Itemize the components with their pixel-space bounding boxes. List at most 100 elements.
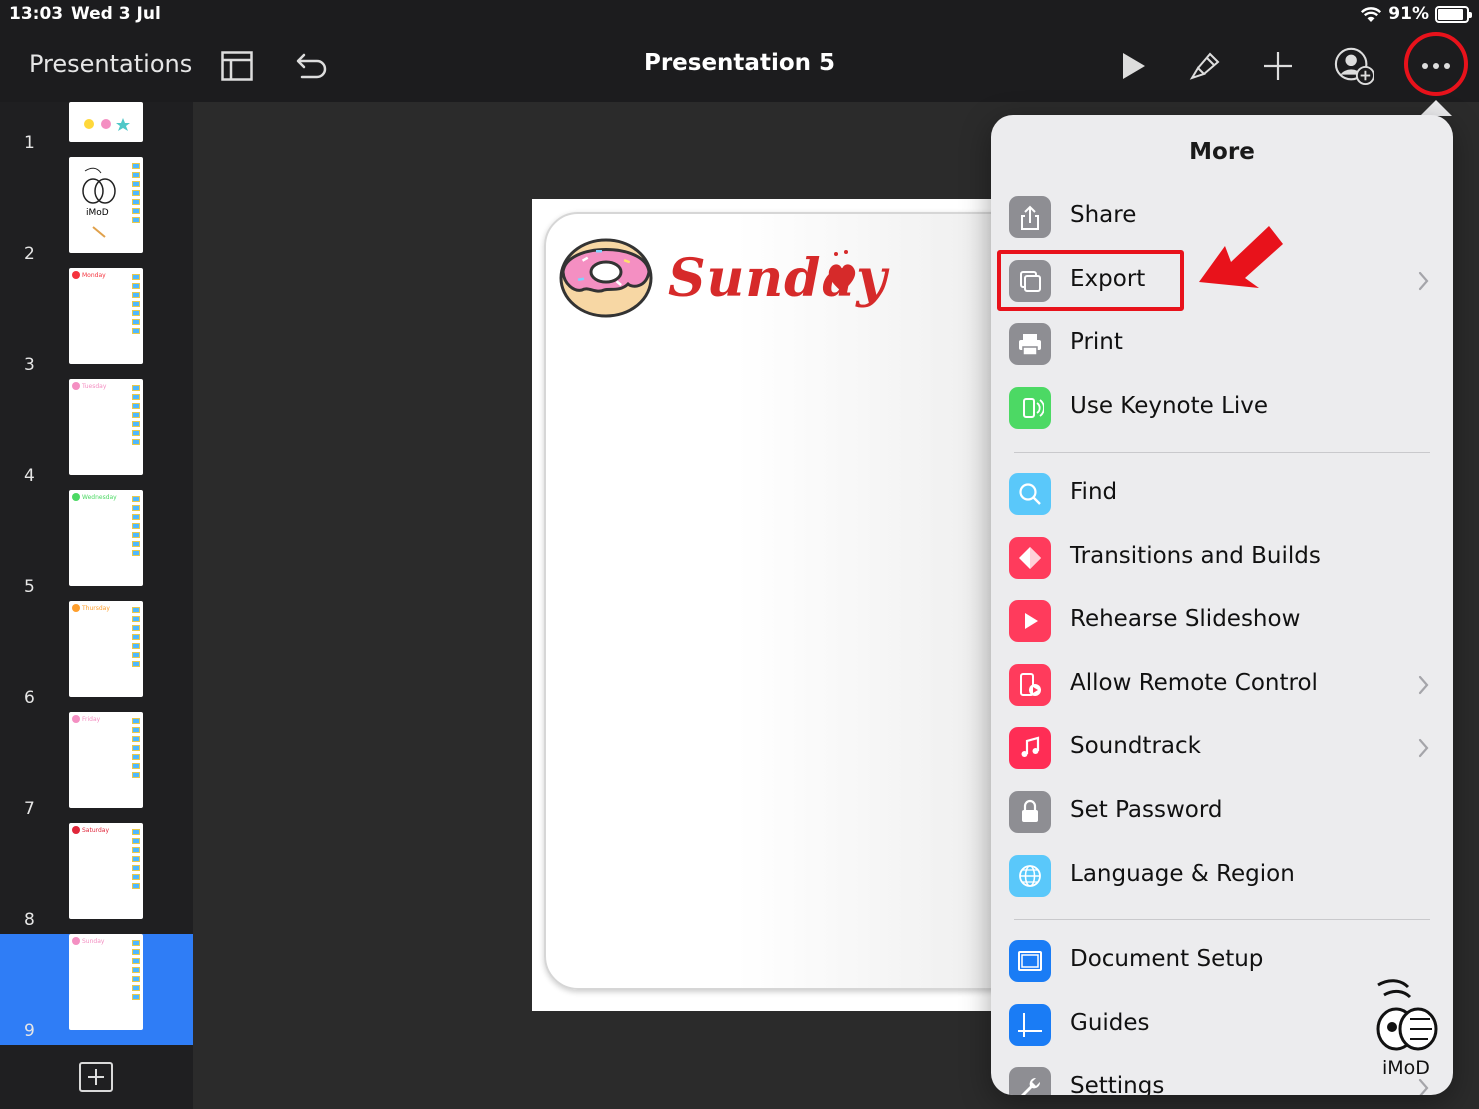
menu-item-label: Language & Region bbox=[1070, 860, 1295, 887]
slide-thumbnail[interactable]: Sunday bbox=[69, 934, 143, 1030]
format-brush-icon[interactable] bbox=[1185, 46, 1225, 86]
globe-icon bbox=[1009, 854, 1051, 897]
menu-separator bbox=[1014, 452, 1430, 453]
export-highlight-box bbox=[997, 250, 1184, 311]
thumb-sticker-icon bbox=[72, 937, 80, 945]
slide-number: 6 bbox=[24, 688, 35, 708]
slide-thumbnail-row[interactable]: 1 bbox=[0, 46, 193, 157]
menu-item-label: Settings bbox=[1070, 1073, 1165, 1095]
slide-thumbnail-row[interactable]: Tuesday 4 bbox=[0, 379, 193, 490]
slide-thumbnail-row[interactable]: Saturday 8 bbox=[0, 823, 193, 934]
slide-thumbnail-row[interactable]: Monday 3 bbox=[0, 268, 193, 379]
slide-navigator: 1 iMoD 2 Monday 3 Tuesday 4 Wednesday 5 Thursday 6… bbox=[0, 102, 193, 1109]
menu-separator bbox=[1014, 919, 1430, 920]
red-arrow-annotation bbox=[1199, 226, 1283, 288]
donut-icon bbox=[559, 238, 653, 318]
imod-logo-label: iMoD bbox=[1382, 1057, 1430, 1079]
thumb-day-label: Sunday bbox=[82, 938, 105, 945]
thumb-day-label: Monday bbox=[82, 272, 106, 279]
lock-icon bbox=[1009, 791, 1051, 833]
wifi-icon bbox=[1361, 6, 1382, 22]
thumb-sticker-icon bbox=[72, 604, 80, 612]
slide-number: 1 bbox=[24, 133, 35, 153]
battery-percent: 91% bbox=[1388, 4, 1429, 24]
battery-icon bbox=[1435, 5, 1472, 23]
menu-item-allow-remote-control[interactable]: Allow Remote Control bbox=[991, 655, 1453, 715]
popover-title: More bbox=[1189, 139, 1255, 165]
slide-thumbnail[interactable]: Thursday bbox=[69, 601, 143, 697]
thumb-sticker-icon bbox=[72, 826, 80, 834]
popover-arrow bbox=[1420, 100, 1452, 116]
status-date: Wed 3 Jul bbox=[71, 4, 161, 24]
thumb-day-label: Thursday bbox=[82, 605, 110, 612]
menu-item-label: Print bbox=[1070, 329, 1123, 356]
menu-item-soundtrack[interactable]: Soundtrack bbox=[991, 718, 1453, 778]
menu-item-find[interactable]: Find bbox=[991, 464, 1453, 524]
menu-item-label: Document Setup bbox=[1070, 946, 1264, 972]
menu-item-rehearse-slideshow[interactable]: Rehearse Slideshow bbox=[991, 591, 1453, 651]
slide-number: 3 bbox=[24, 355, 35, 375]
guides-icon bbox=[1009, 1003, 1051, 1046]
slide-thumbnail[interactable]: Monday bbox=[69, 268, 143, 364]
slide-thumbnail[interactable]: Wednesday bbox=[69, 490, 143, 586]
slide-thumbnail[interactable]: Tuesday bbox=[69, 379, 143, 475]
thumb-sticker-icon bbox=[72, 271, 80, 279]
menu-item-language-and-region[interactable]: Language & Region bbox=[991, 846, 1453, 906]
menu-item-label: Guides bbox=[1070, 1009, 1150, 1036]
undo-icon[interactable] bbox=[292, 46, 332, 86]
status-bar: 13:03 Wed 3 Jul 91% bbox=[0, 0, 1479, 30]
menu-item-label: Share bbox=[1070, 202, 1137, 228]
slide-thumbnail[interactable]: Saturday bbox=[69, 823, 143, 919]
slide-thumbnail[interactable] bbox=[69, 102, 143, 142]
more-highlight-circle bbox=[1404, 32, 1468, 96]
slide-number: 7 bbox=[24, 799, 35, 819]
menu-item-label: Allow Remote Control bbox=[1070, 669, 1318, 696]
slide-thumbnail-row[interactable]: Wednesday 5 bbox=[0, 490, 193, 601]
add-slide-button[interactable] bbox=[79, 1062, 113, 1092]
slide-navigator-icon[interactable] bbox=[217, 46, 257, 86]
status-time: 13:03 bbox=[9, 4, 64, 24]
menu-item-label: Soundtrack bbox=[1070, 733, 1201, 760]
play-icon[interactable] bbox=[1114, 46, 1154, 86]
thumb-day-label: Saturday bbox=[82, 827, 110, 834]
slide-thumbnail-row[interactable]: Sunday 9 bbox=[0, 934, 193, 1045]
menu-item-label: Use Keynote Live bbox=[1070, 392, 1269, 419]
menu-item-use-keynote-live[interactable]: Use Keynote Live bbox=[991, 378, 1453, 438]
thumb-day-label: Wednesday bbox=[82, 494, 117, 501]
slide-number: 5 bbox=[24, 577, 35, 597]
menu-item-print[interactable]: Print bbox=[991, 314, 1453, 374]
menu-item-set-password[interactable]: Set Password bbox=[991, 782, 1453, 842]
collaborate-icon[interactable] bbox=[1334, 46, 1374, 86]
menu-item-label: Find bbox=[1070, 479, 1118, 505]
plus-icon bbox=[88, 1069, 104, 1085]
slide-thumbnail-row[interactable]: Friday 7 bbox=[0, 712, 193, 823]
heart-icon bbox=[828, 250, 856, 292]
slide-number: 2 bbox=[24, 244, 35, 264]
imod-logo bbox=[1376, 979, 1438, 1051]
keynote-live-icon bbox=[1009, 386, 1051, 429]
wrench-icon bbox=[1009, 1067, 1051, 1095]
slide-number: 8 bbox=[24, 910, 35, 930]
music-note-icon bbox=[1009, 727, 1051, 770]
svg-text:iMoD: iMoD bbox=[86, 208, 109, 218]
slide-thumbnail[interactable]: iMoD bbox=[69, 157, 143, 253]
rehearse-play-icon bbox=[1009, 600, 1051, 643]
thumb-sticker-icon bbox=[72, 493, 80, 501]
slide-thumbnail-row[interactable]: iMoD 2 bbox=[0, 157, 193, 268]
menu-item-label: Rehearse Slideshow bbox=[1070, 606, 1301, 633]
chevron-right-icon bbox=[1417, 673, 1431, 697]
thumb-day-label: Friday bbox=[82, 716, 101, 723]
thumb-day-label: Tuesday bbox=[82, 383, 107, 390]
search-icon bbox=[1009, 473, 1051, 515]
slide-thumbnail-row[interactable]: Thursday 6 bbox=[0, 601, 193, 712]
toolbar: Presentations Presentation 5 bbox=[0, 30, 1479, 102]
transitions-icon bbox=[1009, 536, 1051, 579]
remote-control-icon bbox=[1009, 663, 1051, 706]
add-icon[interactable] bbox=[1258, 46, 1298, 86]
status-right: 91% bbox=[1360, 4, 1472, 24]
slide-thumbnail[interactable]: Friday bbox=[69, 712, 143, 808]
menu-item-transitions-and-builds[interactable]: Transitions and Builds bbox=[991, 528, 1453, 588]
slide-number: 4 bbox=[24, 466, 35, 486]
slide-number: 9 bbox=[24, 1021, 35, 1041]
printer-icon bbox=[1009, 323, 1051, 366]
